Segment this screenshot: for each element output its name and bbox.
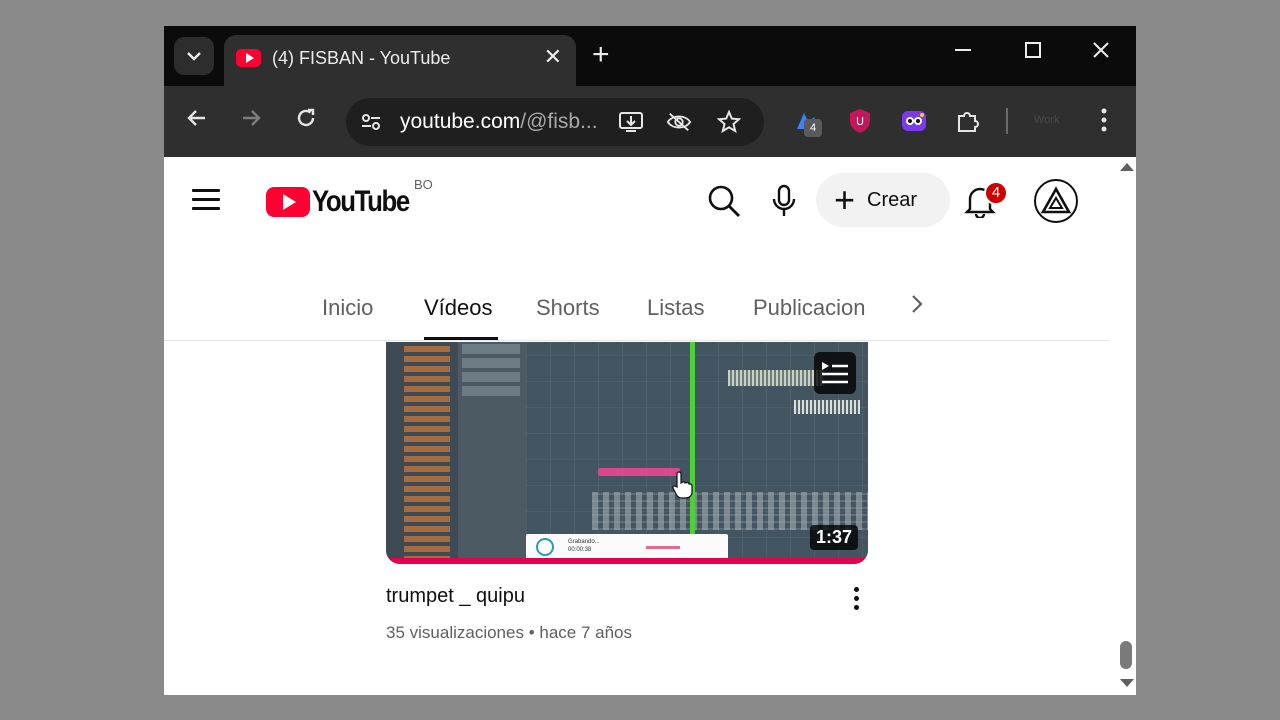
profile-button[interactable]: Work	[1034, 114, 1059, 126]
extension-badge: 4	[804, 119, 822, 137]
menu-hamburger-icon[interactable]	[192, 189, 220, 211]
youtube-wordmark: YouTube	[312, 185, 410, 218]
thumbnail-pattern-list	[458, 342, 526, 564]
scroll-down-arrow-icon[interactable]	[1120, 679, 1134, 687]
new-tab-button[interactable]: +	[592, 40, 610, 70]
tab-publicaciones[interactable]: Publicacion	[753, 295, 866, 321]
playlist-play-icon	[822, 362, 848, 384]
maximize-button[interactable]	[1024, 40, 1042, 66]
reload-button[interactable]	[291, 106, 321, 136]
install-app-icon[interactable]	[618, 109, 644, 135]
arrow-left-icon	[187, 110, 205, 126]
maximize-icon	[1025, 42, 1041, 58]
video-thumbnail[interactable]: Grabando... 00:00:38 1:37	[386, 342, 868, 564]
eye-slash-icon[interactable]	[666, 109, 692, 135]
close-window-button[interactable]	[1092, 40, 1110, 66]
minimize-icon	[955, 49, 971, 51]
forward-button[interactable]	[236, 106, 266, 136]
create-label: Crear	[867, 188, 918, 211]
add-to-queue-button[interactable]	[814, 352, 856, 394]
notification-count-badge: 4	[984, 181, 1008, 205]
owl-extension-button[interactable]	[900, 107, 928, 135]
tab-search-button[interactable]	[174, 37, 214, 75]
active-tab-underline	[424, 337, 498, 340]
address-bar[interactable]: youtube.com/@fisb...	[346, 98, 764, 146]
tab-close-button[interactable]: ✕	[544, 44, 562, 70]
search-button[interactable]	[704, 181, 744, 221]
bookmark-star-icon[interactable]	[716, 109, 742, 135]
voice-search-button[interactable]	[764, 181, 804, 221]
avatar-logo-icon	[1040, 186, 1072, 214]
thumbnail-waveform-2	[794, 400, 860, 414]
toolbar-separator	[1006, 108, 1008, 134]
microphone-icon	[772, 184, 796, 216]
url-path: /@fisb...	[520, 110, 598, 133]
pause-icon	[536, 538, 554, 556]
browser-window: (4) FISBAN - YouTube ✕ + youtube.com/@fi…	[164, 26, 1136, 695]
browser-tab-active[interactable]: (4) FISBAN - YouTube ✕	[224, 35, 576, 86]
back-button[interactable]	[182, 106, 212, 136]
more-vertical-icon	[1101, 108, 1107, 132]
url-domain: youtube.com	[400, 110, 521, 133]
close-icon	[1093, 42, 1109, 58]
youtube-play-icon	[266, 187, 310, 217]
youtube-favicon-icon	[236, 49, 261, 67]
video-title[interactable]: trumpet _ quipu	[386, 585, 525, 608]
recorder-label: Grabando...	[568, 539, 600, 545]
scrollbar-thumb[interactable]	[1120, 641, 1132, 669]
browser-menu-button[interactable]	[1094, 106, 1114, 139]
hand-cursor-icon	[672, 471, 693, 499]
youtube-header: YouTube BO + Crear 4	[164, 157, 1114, 245]
avatar[interactable]	[1034, 179, 1078, 223]
site-settings-icon[interactable]	[358, 109, 384, 135]
tab-shorts[interactable]: Shorts	[536, 295, 600, 321]
recorder-level	[646, 546, 680, 549]
tab-videos[interactable]: Vídeos	[424, 295, 493, 321]
reload-icon	[297, 108, 315, 127]
recorder-time: 00:00:38	[568, 547, 592, 553]
plus-icon: +	[834, 179, 856, 220]
video-duration-badge: 1:37	[809, 525, 858, 550]
chevron-down-icon	[187, 52, 201, 61]
youtube-page: YouTube BO + Crear 4 Inicio Vídeos Short…	[164, 157, 1136, 695]
thumbnail-browser-panel	[386, 342, 458, 564]
scroll-up-arrow-icon[interactable]	[1120, 163, 1134, 171]
tab-strip: (4) FISBAN - YouTube ✕ +	[164, 26, 1136, 86]
url-text[interactable]: youtube.com/@fisb...	[400, 110, 598, 134]
search-icon	[708, 185, 740, 217]
tab-listas[interactable]: Listas	[647, 295, 704, 321]
youtube-logo[interactable]: YouTube	[266, 185, 425, 219]
thumbnail-playhead	[690, 342, 695, 542]
watched-progress-bar	[386, 558, 868, 564]
create-button[interactable]: + Crear	[816, 173, 950, 227]
page-scrollbar[interactable]	[1116, 157, 1136, 695]
svg-text:U: U	[856, 115, 864, 128]
extension-blue-button[interactable]: 4	[792, 107, 822, 137]
tab-title: (4) FISBAN - YouTube	[272, 48, 451, 68]
video-more-actions-button[interactable]	[850, 587, 862, 615]
arrow-right-icon	[243, 110, 261, 126]
owl-icon	[902, 111, 926, 131]
puzzle-icon	[958, 112, 979, 132]
video-metadata: 35 visualizaciones • hace 7 años	[386, 623, 632, 642]
country-code: BO	[414, 177, 433, 192]
minimize-button[interactable]	[954, 40, 972, 66]
thumbnail-recorder-bar: Grabando... 00:00:38	[526, 534, 728, 560]
thumbnail-waveform	[728, 370, 824, 386]
extensions-menu-button[interactable]	[954, 107, 982, 135]
channel-tabs: Inicio Vídeos Shorts Listas Publicacion	[164, 245, 1110, 341]
ublock-extension-button[interactable]: U	[846, 107, 874, 135]
shield-icon: U	[850, 109, 870, 133]
tabs-scroll-right-icon[interactable]	[910, 291, 924, 322]
browser-toolbar: youtube.com/@fisb... 4 U Work	[164, 86, 1136, 157]
tab-inicio[interactable]: Inicio	[322, 295, 373, 321]
thumbnail-clip	[598, 468, 680, 476]
